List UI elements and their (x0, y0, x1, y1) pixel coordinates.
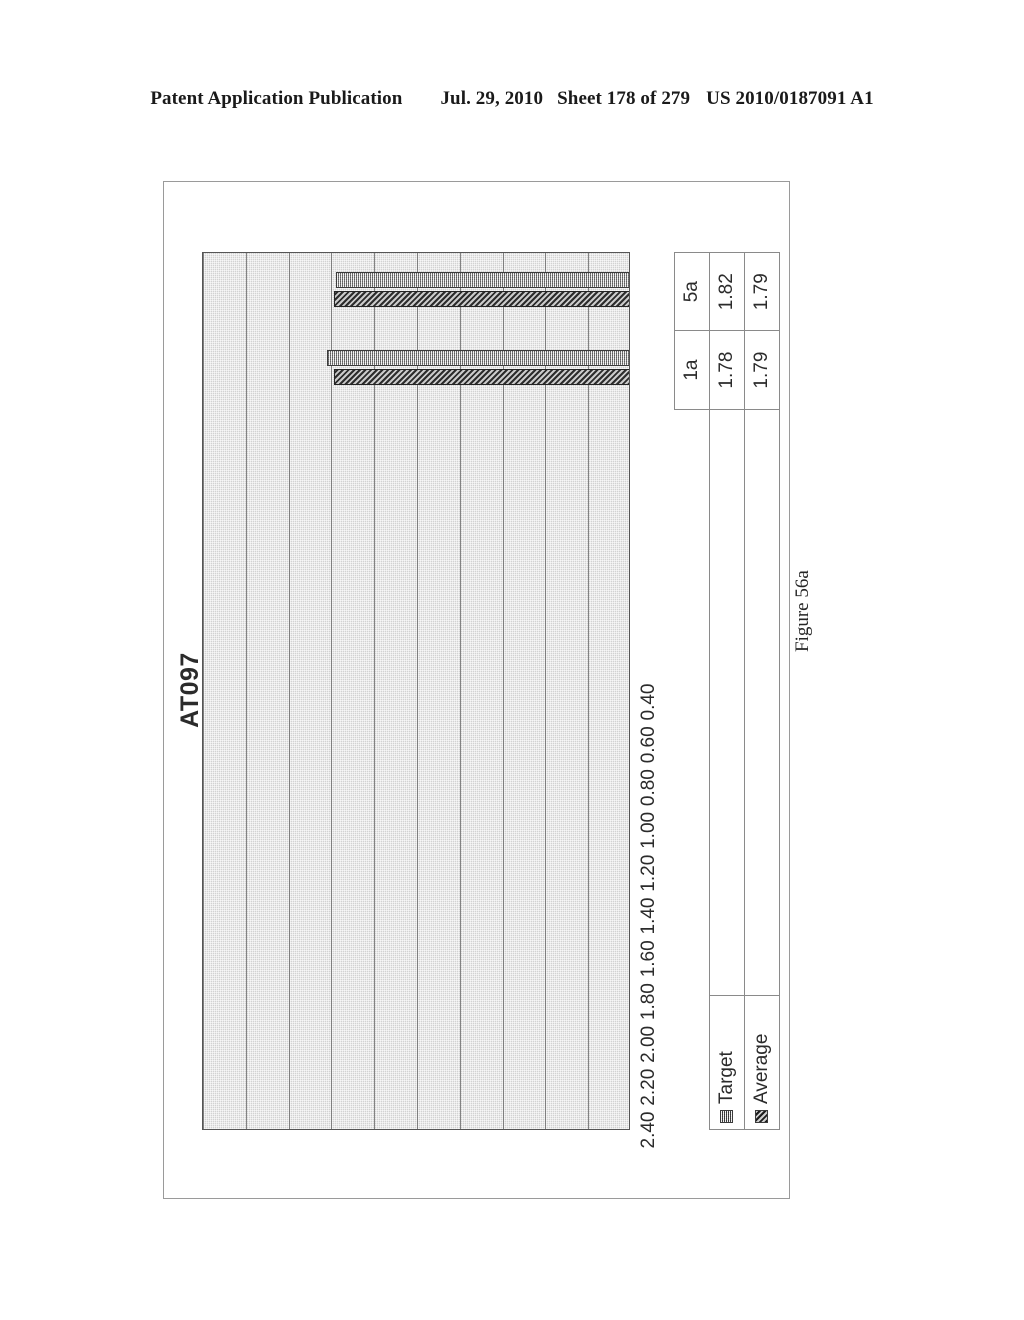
publication-date: Jul. 29, 2010 (440, 88, 544, 109)
table-spacer (744, 409, 780, 996)
axis-tick-label: 2.20 (638, 1068, 659, 1106)
table-series-label: Target (709, 995, 745, 1130)
axis-tick-label: 2.00 (638, 1025, 659, 1063)
axis-tick-label: 0.40 (638, 683, 659, 721)
table-series-label: Average (744, 995, 780, 1130)
sheet-number: Sheet 178 of 279 (557, 88, 691, 109)
gridline (203, 253, 204, 1129)
gridline (331, 253, 333, 1129)
table-cell: 1.79 (744, 252, 780, 331)
chart-frame: AT097 Set #1 2.40 2.20 2.00 1.80 1.60 1.40 1.2… (163, 181, 790, 1199)
legend-label: Target (716, 1051, 737, 1104)
legend-label: Average (751, 1033, 772, 1104)
gridline (245, 253, 247, 1129)
bar-target-5a (327, 350, 630, 367)
figure-caption: Figure 56a (792, 570, 813, 652)
axis-tick-label: 1.80 (638, 983, 659, 1021)
axis-tick-label: 0.60 (638, 726, 659, 764)
axis-tick-label: 1.20 (638, 854, 659, 892)
hatched-swatch (755, 1110, 768, 1123)
chart-title: AT097 (176, 652, 204, 728)
table-cell: 1.78 (709, 330, 745, 410)
table-category-header: 1a (674, 330, 710, 410)
publication-label: Patent Application Publication (150, 88, 403, 109)
gridline (288, 253, 290, 1129)
axis-tick-label: 1.40 (638, 897, 659, 935)
axis-tick-label: 2.40 (638, 1111, 659, 1149)
patent-number: US 2010/0187091 A1 (706, 88, 874, 109)
table-header-row: 1a 5a (674, 252, 710, 1130)
table-spacer (709, 409, 745, 996)
table-category-header: 5a (674, 252, 710, 331)
checkered-swatch (720, 1110, 733, 1123)
table-cell: 1.79 (744, 330, 780, 410)
bar-average-5a (333, 369, 630, 386)
bar-target-1a (335, 272, 630, 289)
axis-tick-label: 1.00 (638, 811, 659, 849)
table-spacer (674, 409, 710, 996)
table-corner-blank (674, 995, 710, 1130)
patent-header: Patent Application Publication Jul. 29, 2… (0, 88, 1024, 110)
axis-tick-label: 0.80 (638, 769, 659, 807)
bar-average-1a (333, 291, 630, 308)
plot-area: Set #1 (202, 252, 630, 1130)
table-row: Target 1.78 1.82 (709, 252, 745, 1130)
axis-tick-label: 1.60 (638, 940, 659, 978)
table-row: Average 1.79 1.79 (744, 252, 780, 1130)
table-cell: 1.82 (709, 252, 745, 331)
data-table: 1a 5a Target 1.78 1.82 Average 1.79 1.79 (674, 252, 780, 1130)
rotated-chart-stage: AT097 Set #1 2.40 2.20 2.00 1.80 1.60 1.40 1.2… (164, 182, 789, 1198)
